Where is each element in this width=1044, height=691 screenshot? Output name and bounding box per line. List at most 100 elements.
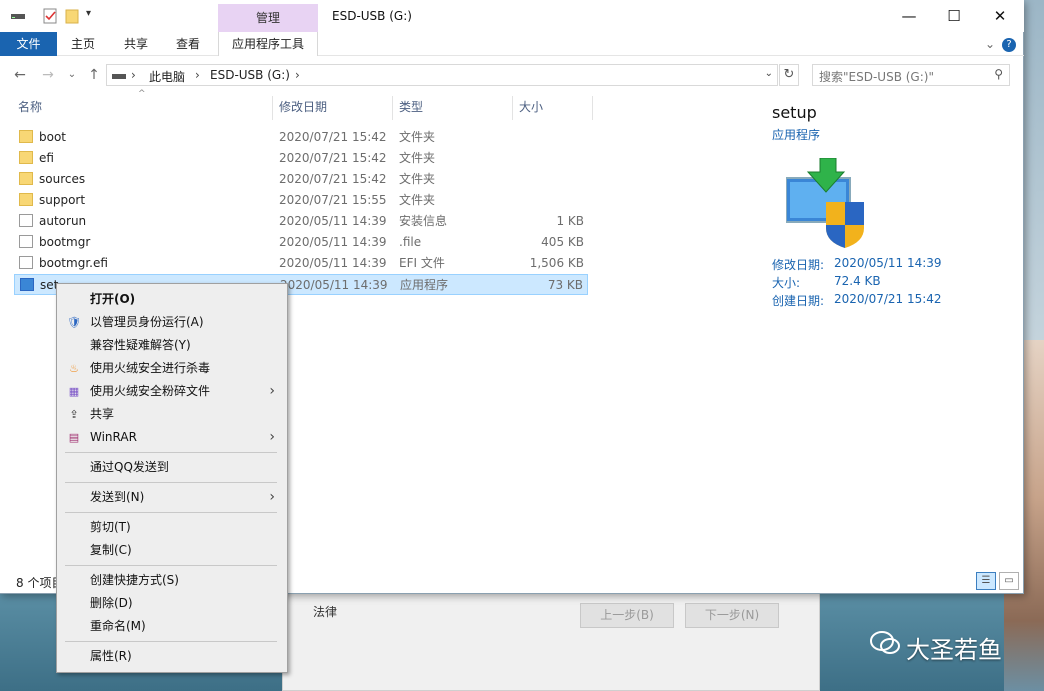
file-row[interactable]: sources 2020/07/21 15:42 文件夹: [14, 169, 588, 190]
help-icon[interactable]: ?: [1002, 38, 1016, 52]
file-size: 405 KB: [541, 235, 584, 249]
context-menu-item[interactable]: 打开(O): [57, 288, 287, 311]
column-divider[interactable]: [592, 96, 593, 120]
shield-icon: 🛡: [67, 316, 81, 329]
back-arrow-icon[interactable]: ←: [10, 66, 30, 84]
properties-icon[interactable]: [42, 8, 58, 24]
context-menu-item[interactable]: 重命名(M): [57, 615, 287, 638]
context-menu-item[interactable]: ▤ WinRAR ›: [57, 426, 287, 449]
new-folder-icon[interactable]: [64, 8, 80, 24]
context-menu-item[interactable]: ▦ 使用火绒安全粉碎文件 ›: [57, 380, 287, 403]
context-menu-label: 兼容性疑难解答(Y): [90, 338, 191, 352]
submenu-arrow-icon: ›: [269, 383, 275, 399]
context-menu-label: 复制(C): [90, 543, 132, 557]
column-date-label: 修改日期: [279, 100, 328, 114]
breadcrumb-separator-icon: ›: [295, 68, 300, 82]
drive-icon: [112, 74, 126, 79]
context-menu-item[interactable]: 兼容性疑难解答(Y): [57, 334, 287, 357]
file-type: 安装信息: [399, 214, 448, 228]
file-row[interactable]: boot 2020/07/21 15:42 文件夹: [14, 127, 588, 148]
minimize-icon[interactable]: —: [886, 0, 932, 32]
context-menu-item[interactable]: ⇪ 共享: [57, 403, 287, 426]
file-name: efi: [39, 151, 54, 165]
context-menu-label: 删除(D): [90, 596, 133, 610]
file-icon: [19, 256, 33, 269]
refresh-icon[interactable]: ↻: [779, 64, 799, 86]
file-type: .file: [399, 235, 422, 249]
context-menu-label: 打开(O): [90, 292, 136, 306]
sort-ascending-icon: ^: [138, 89, 146, 99]
tab-view[interactable]: 查看: [167, 32, 209, 56]
next-button[interactable]: 下一步(N): [685, 603, 779, 628]
recent-locations-icon[interactable]: ⌄: [62, 66, 82, 84]
context-menu-item[interactable]: 通过QQ发送到: [57, 456, 287, 479]
setup-icon: [20, 278, 34, 291]
file-type: EFI 文件: [399, 256, 445, 270]
back-button[interactable]: 上一步(B): [580, 603, 674, 628]
context-menu-item[interactable]: 复制(C): [57, 539, 287, 562]
address-path[interactable]: › 此电脑 › ESD-USB (G:) › ⌄: [106, 64, 778, 86]
file-name: support: [39, 193, 86, 207]
submenu-arrow-icon: ›: [269, 489, 275, 505]
file-size: 1 KB: [556, 214, 584, 228]
up-arrow-icon[interactable]: ↑: [84, 66, 104, 84]
file-name: boot: [39, 130, 67, 144]
context-menu-label: 剪切(T): [90, 520, 131, 534]
column-header-type[interactable]: 类型: [393, 96, 513, 120]
details-view-icon[interactable]: ☰: [976, 572, 996, 590]
column-name-label: 名称: [18, 100, 43, 114]
tab-file[interactable]: 文件: [0, 32, 57, 56]
search-input[interactable]: 搜索"ESD-USB (G:)" ⚲: [812, 64, 1010, 86]
search-icon: ⚲: [994, 67, 1003, 81]
context-menu-item[interactable]: 剪切(T): [57, 516, 287, 539]
file-row[interactable]: bootmgr.efi 2020/05/11 14:39 EFI 文件 1,506 K…: [14, 253, 588, 274]
file-size: 1,506 KB: [529, 256, 584, 270]
context-menu-item[interactable]: ♨ 使用火绒安全进行杀毒: [57, 357, 287, 380]
file-type: 文件夹: [399, 172, 436, 186]
menu-separator: [65, 512, 277, 513]
settings-file-icon: [19, 214, 33, 227]
context-menu: 打开(O) 🛡 以管理员身份运行(A) 兼容性疑难解答(Y) ♨ 使用火绒安全进行杀毒 ▦ 使…: [56, 283, 288, 673]
file-row[interactable]: support 2020/07/21 15:55 文件夹: [14, 190, 588, 211]
context-menu-item[interactable]: 创建快捷方式(S): [57, 569, 287, 592]
file-row[interactable]: autorun 2020/05/11 14:39 安装信息 1 KB: [14, 211, 588, 232]
tab-app-tools[interactable]: 应用程序工具: [218, 32, 318, 56]
drive-icon: [11, 14, 25, 19]
file-date: 2020/07/21 15:42: [279, 172, 387, 186]
column-header-name[interactable]: 名称: [12, 96, 272, 120]
window-title: ESD-USB (G:): [332, 9, 412, 23]
shredder-icon: ▦: [68, 385, 80, 398]
file-type: 文件夹: [399, 130, 436, 144]
wechat-icon: [870, 631, 900, 654]
file-row[interactable]: bootmgr 2020/05/11 14:39 .file 405 KB: [14, 232, 588, 253]
column-header-date[interactable]: 修改日期: [273, 96, 393, 120]
context-menu-item[interactable]: 发送到(N) ›: [57, 486, 287, 509]
large-icons-view-icon[interactable]: ▭: [999, 572, 1019, 590]
menu-separator: [65, 482, 277, 483]
menu-separator: [65, 452, 277, 453]
column-size-label: 大小: [519, 100, 544, 114]
context-menu-label: 通过QQ发送到: [90, 460, 169, 474]
menu-separator: [65, 641, 277, 642]
tab-home[interactable]: 主页: [62, 32, 104, 56]
maximize-icon[interactable]: ☐: [931, 0, 977, 32]
forward-arrow-icon[interactable]: →: [38, 66, 58, 84]
context-menu-item[interactable]: 🛡 以管理员身份运行(A): [57, 311, 287, 334]
expand-ribbon-icon[interactable]: ⌄: [980, 32, 1000, 56]
breadcrumb-this-pc[interactable]: 此电脑: [149, 68, 185, 85]
context-menu-item[interactable]: 删除(D): [57, 592, 287, 615]
file-row[interactable]: efi 2020/07/21 15:42 文件夹: [14, 148, 588, 169]
column-header-size[interactable]: 大小: [513, 96, 593, 120]
context-menu-item[interactable]: 属性(R): [57, 645, 287, 668]
address-dropdown-icon[interactable]: ⌄: [765, 68, 773, 79]
law-label[interactable]: 法律: [313, 603, 337, 620]
customize-quick-access-icon[interactable]: ▾: [86, 8, 102, 24]
setup-large-icon: [786, 158, 864, 248]
breadcrumb-drive[interactable]: ESD-USB (G:): [210, 68, 290, 82]
watermark-text: 大圣若鱼: [906, 636, 1002, 664]
tab-share[interactable]: 共享: [115, 32, 157, 56]
close-icon[interactable]: ✕: [977, 0, 1023, 32]
breadcrumb-separator-icon: ›: [195, 68, 200, 82]
column-type-label: 类型: [399, 100, 424, 114]
file-date: 2020/05/11 14:39: [279, 214, 387, 228]
